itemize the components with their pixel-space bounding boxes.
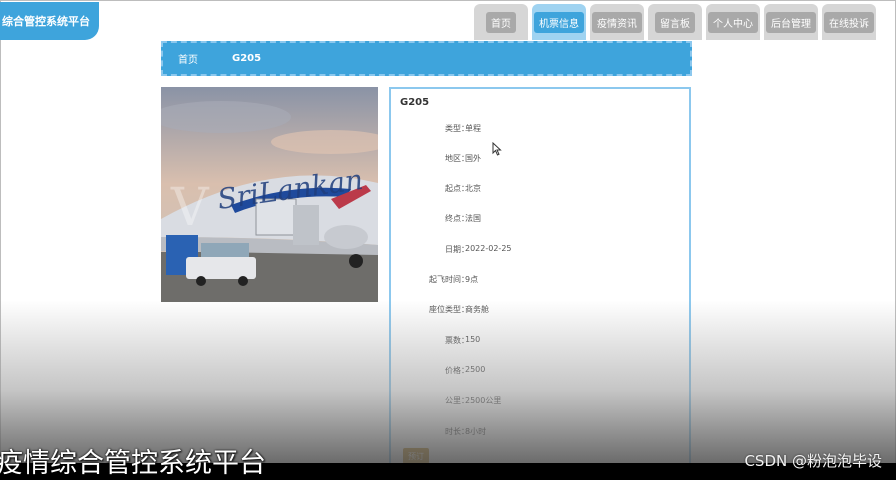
book-button[interactable]: 预订 bbox=[403, 448, 429, 464]
flight-detail-card: G205 类型： 单程 地区： 国外 起点： 北京 终点： 法国 日期： 202… bbox=[389, 87, 691, 477]
field-row: 公里： 2500公里 bbox=[391, 391, 691, 407]
field-value: 8小时 bbox=[465, 427, 487, 436]
field-row: 日期： 2022-02-25 bbox=[391, 240, 691, 256]
nav-label: 个人中心 bbox=[708, 11, 758, 33]
field-value: 9点 bbox=[465, 275, 479, 284]
field-row: 价格： 2500 bbox=[391, 361, 691, 377]
site-logo[interactable]: 综合管控系统平台 bbox=[0, 2, 99, 40]
field-value: 150 bbox=[465, 335, 481, 344]
csdn-watermark: CSDN @粉泡泡毕设 bbox=[744, 452, 882, 470]
flight-photo: V SriLankan bbox=[161, 87, 378, 302]
nav-item-messages[interactable]: 留言板 bbox=[648, 4, 702, 40]
nav-item-tickets[interactable]: 机票信息 bbox=[532, 4, 586, 40]
nav-item-news[interactable]: 疫情资讯 bbox=[590, 4, 644, 40]
field-value: 商务舱 bbox=[465, 305, 489, 314]
breadcrumb-current: G205 bbox=[232, 53, 262, 64]
field-row: 终点： 法国 bbox=[391, 209, 691, 225]
nav-label: 疫情资讯 bbox=[592, 11, 642, 33]
nav-label: 后台管理 bbox=[766, 11, 816, 33]
field-value: 法国 bbox=[465, 214, 481, 223]
field-value: 单程 bbox=[465, 124, 481, 133]
site-title: 综合管控系统平台 bbox=[2, 15, 90, 28]
nav-label: 首页 bbox=[486, 11, 516, 33]
field-value: 2500公里 bbox=[465, 396, 502, 405]
airplane-cargo-image: V SriLankan bbox=[161, 87, 378, 302]
breadcrumb-home-link[interactable]: 首页 bbox=[178, 51, 198, 66]
nav-item-home[interactable]: 首页 bbox=[474, 4, 528, 40]
field-value: 国外 bbox=[465, 154, 481, 163]
field-row: 票数： 150 bbox=[391, 331, 691, 347]
photo-watermark-text: V bbox=[170, 178, 210, 238]
nav-label: 在线投诉 bbox=[824, 11, 874, 33]
nav-item-profile[interactable]: 个人中心 bbox=[706, 4, 760, 40]
mouse-cursor-icon bbox=[492, 142, 502, 156]
field-row: 时长： 8小时 bbox=[391, 422, 691, 438]
nav-label: 留言板 bbox=[655, 11, 695, 33]
video-caption: 疫情综合管控系统平台 bbox=[0, 448, 266, 479]
field-row: 起飞时间： 9点 bbox=[391, 270, 691, 286]
field-value: 北京 bbox=[465, 184, 481, 193]
field-label: 起飞时间： bbox=[429, 275, 469, 284]
nav-label: 机票信息 bbox=[534, 11, 584, 33]
field-value: 2022-02-25 bbox=[465, 244, 512, 253]
field-row: 类型： 单程 bbox=[391, 119, 691, 135]
nav-item-complaint[interactable]: 在线投诉 bbox=[822, 4, 876, 40]
field-row: 座位类型： 商务舱 bbox=[391, 300, 691, 316]
flight-title: G205 bbox=[400, 97, 430, 108]
field-value: 2500 bbox=[465, 365, 486, 374]
field-row: 起点： 北京 bbox=[391, 179, 691, 195]
field-row: 地区： 国外 bbox=[391, 149, 691, 165]
top-nav: 首页 机票信息 疫情资讯 留言板 个人中心 后台管理 在线投诉 bbox=[474, 4, 880, 40]
field-label: 座位类型： bbox=[429, 305, 469, 314]
nav-item-admin[interactable]: 后台管理 bbox=[764, 4, 818, 40]
breadcrumb: 首页 G205 bbox=[161, 41, 692, 76]
